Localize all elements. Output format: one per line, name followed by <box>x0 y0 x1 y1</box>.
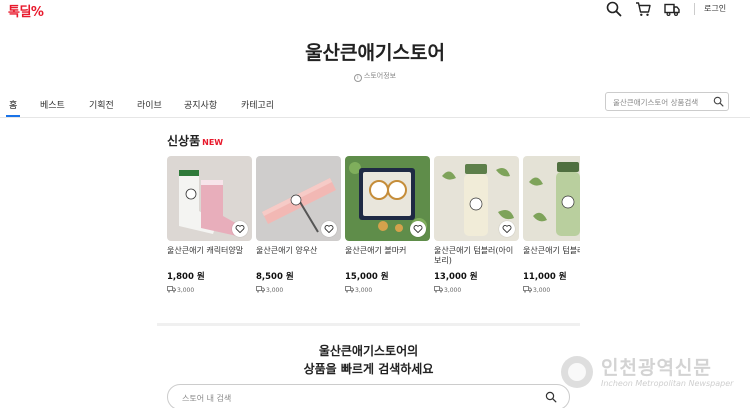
section-divider <box>157 323 580 326</box>
shipping-truck-icon <box>167 286 176 293</box>
tab-best[interactable]: 베스트 <box>40 98 65 111</box>
wishlist-button[interactable] <box>499 221 515 237</box>
tab-home[interactable]: 홈 <box>9 98 17 111</box>
product-image[interactable] <box>523 156 580 241</box>
search-cta-line1: 울산큰애기스토어의 <box>318 344 419 358</box>
search-icon[interactable] <box>713 96 724 107</box>
cart-icon[interactable] <box>635 1 651 17</box>
product-price: 13,000 원 <box>434 272 478 282</box>
store-info-label: 스토어정보 <box>363 72 397 80</box>
product-card[interactable]: 울산큰애기 양우산 8,500 원 3,000 <box>256 156 341 294</box>
product-price: 15,000 원 <box>345 272 389 282</box>
watermark-logo <box>561 356 593 388</box>
heart-icon <box>235 225 245 234</box>
in-store-search-placeholder: 스토어 내 검색 <box>182 394 232 403</box>
active-tab-indicator <box>6 115 20 117</box>
shipping-fee: 3,000 <box>434 286 519 294</box>
tab-notice[interactable]: 공지사항 <box>184 98 217 111</box>
new-products-heading: 신상품 NEW <box>167 132 223 149</box>
tab-category[interactable]: 카테고리 <box>241 98 274 111</box>
new-products-carousel[interactable]: 울산큰애기 캐릭터양말 1,800 원 3,000 울산큰애기 양우산 8,50… <box>167 156 580 301</box>
shipping-fee-value: 3,000 <box>355 287 373 294</box>
shipping-fee: 3,000 <box>345 286 430 294</box>
search-icon[interactable] <box>606 1 622 17</box>
in-store-search-input[interactable]: 스토어 내 검색 <box>167 384 570 408</box>
new-products-title: 신상품 <box>167 134 201 148</box>
store-search-input[interactable]: 울산큰애기스토어 상품검색 <box>605 92 729 111</box>
shipping-truck-icon <box>434 286 443 293</box>
top-bar: 톡딜% 로그인 <box>0 0 750 20</box>
store-search-placeholder: 울산큰애기스토어 상품검색 <box>613 98 699 107</box>
shipping-fee-value: 3,000 <box>266 287 284 294</box>
product-image[interactable] <box>345 156 430 241</box>
brand-logo[interactable]: 톡딜% <box>8 1 44 20</box>
wishlist-button[interactable] <box>232 221 248 237</box>
product-card[interactable]: 울산큰애기 캐릭터양말 1,800 원 3,000 <box>167 156 252 294</box>
header-divider <box>694 3 695 15</box>
product-name[interactable]: 울산큰애기 양우산 <box>256 246 341 266</box>
watermark-name: 인천광역신문 <box>601 357 712 379</box>
product-card[interactable]: 울산큰애기 볼마커 15,000 원 3,000 <box>345 156 430 294</box>
product-name[interactable]: 울산큰애기 텀블러(아이보리) <box>434 246 519 266</box>
shipping-fee: 3,000 <box>167 286 252 294</box>
product-price: 11,000 원 <box>523 272 567 282</box>
delivery-truck-icon[interactable] <box>664 1 680 17</box>
wishlist-button[interactable] <box>321 221 337 237</box>
shipping-truck-icon <box>345 286 354 293</box>
shipping-fee-value: 3,000 <box>177 287 195 294</box>
heart-icon <box>324 225 334 234</box>
product-card[interactable]: 울산큰애기 텀블러(아이보리) 13,000 원 3,000 <box>434 156 519 294</box>
product-price: 8,500 원 <box>256 272 294 282</box>
store-title: 울산큰애기스토어 <box>305 42 445 64</box>
tumbler-green-image <box>523 156 580 241</box>
product-name[interactable]: 울산큰애기 캐릭터양말 <box>167 246 252 266</box>
search-icon[interactable] <box>545 391 557 403</box>
store-info-link[interactable]: i 스토어정보 <box>0 71 750 82</box>
tab-live[interactable]: 라이브 <box>137 98 162 111</box>
product-name[interactable]: 울산큰애기 텀블러(그린) <box>523 246 580 266</box>
login-link[interactable]: 로그인 <box>704 3 726 14</box>
product-image[interactable] <box>167 156 252 241</box>
shipping-truck-icon <box>256 286 265 293</box>
heart-icon <box>413 225 423 234</box>
new-badge: NEW <box>202 138 224 147</box>
shipping-fee: 3,000 <box>256 286 341 294</box>
watermark-english: Incheon Metropolitan Newspaper <box>601 379 734 388</box>
store-nav: 홈 베스트 기획전 라이브 공지사항 카테고리 울산큰애기스토어 상품검색 <box>0 90 750 118</box>
newspaper-watermark: 인천광역신문 Incheon Metropolitan Newspaper <box>559 353 747 393</box>
wishlist-button[interactable] <box>410 221 426 237</box>
product-image[interactable] <box>256 156 341 241</box>
tab-exhibition[interactable]: 기획전 <box>89 98 114 111</box>
shipping-fee-value: 3,000 <box>533 287 551 294</box>
shipping-truck-icon <box>523 286 532 293</box>
info-icon: i <box>353 74 362 82</box>
search-cta-line2: 상품을 빠르게 검색하세요 <box>303 362 434 376</box>
product-image[interactable] <box>434 156 519 241</box>
product-name[interactable]: 울산큰애기 볼마커 <box>345 246 430 266</box>
heart-icon <box>502 225 512 234</box>
product-price: 1,800 원 <box>167 272 205 282</box>
product-card[interactable]: 울산큰애기 텀블러(그린) 11,000 원 3,000 <box>523 156 580 294</box>
search-cta-heading: 울산큰애기스토어의 상품을 빠르게 검색하세요 <box>157 342 580 378</box>
shipping-fee: 3,000 <box>523 286 580 294</box>
shipping-fee-value: 3,000 <box>444 287 462 294</box>
